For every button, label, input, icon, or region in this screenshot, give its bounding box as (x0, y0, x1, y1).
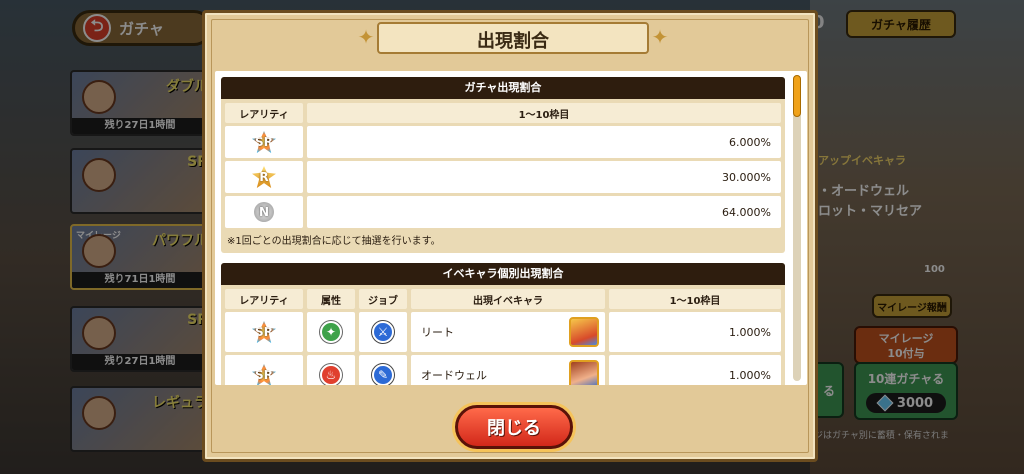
rate-cell: 6.000% (307, 126, 781, 158)
fire-attribute-icon: ♨ (320, 364, 342, 385)
col-attr-header: 属性 (307, 289, 355, 309)
sr-rarity-icon: SR (252, 364, 276, 385)
attribute-cell: ✦ (307, 312, 355, 352)
section-header: ガチャ出現割合 (221, 77, 785, 99)
table-row: R 30.000% (225, 161, 781, 193)
job-cell: ⚔ (359, 312, 407, 352)
attribute-cell: ♨ (307, 355, 355, 385)
rate-sheet[interactable]: ガチャ出現割合 レアリティ 1～10枠目 SR 6.000% R 30.000% (215, 71, 807, 385)
rarity-cell: SR (225, 355, 303, 385)
sr-rarity-icon: SR (252, 321, 276, 343)
rate-cell: 30.000% (307, 161, 781, 193)
chara-cell: リート (411, 312, 605, 352)
ornament-right-icon: ✦ (651, 25, 669, 49)
col-rarity-header: レアリティ (225, 103, 303, 123)
rate-scrollbar[interactable] (793, 75, 801, 381)
chara-cell: オードウェル (411, 355, 605, 385)
staff-job-icon: ✎ (372, 364, 394, 385)
rarity-cell: R (225, 161, 303, 193)
col-rarity-header: レアリティ (225, 289, 303, 309)
table-header-row: レアリティ 属性 ジョブ 出現イベキャラ 1～10枠目 (225, 289, 781, 309)
rarity-cell: SR (225, 126, 303, 158)
dialog-title-plate: ✦ 出現割合 ✦ (349, 20, 677, 56)
chara-portrait-icon (569, 360, 599, 385)
rate-cell: 64.000% (307, 196, 781, 228)
table-row: N 64.000% (225, 196, 781, 228)
r-rarity-icon: R (252, 166, 276, 188)
sword-job-icon: ⚔ (372, 321, 394, 343)
rate-cell: 1.000% (609, 312, 781, 352)
rate-cell: 1.000% (609, 355, 781, 385)
table-row: SR ♨ ✎ オードウェル 1.000% (225, 355, 781, 385)
event-chara-rate-section: イベキャラ個別出現割合 レアリティ 属性 ジョブ 出現イベキャラ 1～10枠目 … (221, 263, 785, 385)
chara-portrait-icon (569, 317, 599, 347)
rate-scroll-area[interactable]: ガチャ出現割合 レアリティ 1～10枠目 SR 6.000% R 30.000% (221, 77, 785, 385)
col-slot-header: 1～10枠目 (609, 289, 781, 309)
rarity-cell: SR (225, 312, 303, 352)
lottery-note: ※1回ごとの出現割合に応じて抽選を行います。 (227, 236, 441, 247)
n-rarity-icon: N (254, 202, 274, 222)
close-button[interactable]: 閉じる (455, 405, 573, 449)
dialog-title: 出現割合 (477, 31, 549, 52)
chara-name: オードウェル (421, 369, 487, 382)
scrollbar-thumb[interactable] (793, 75, 801, 117)
chara-name: リート (421, 326, 454, 339)
col-chara-header: 出現イベキャラ (411, 289, 605, 309)
rate-dialog: ✦ 出現割合 ✦ ガチャ出現割合 レアリティ 1～10枠目 SR 6.000% (202, 10, 818, 462)
job-cell: ✎ (359, 355, 407, 385)
rarity-cell: N (225, 196, 303, 228)
gacha-rate-section: ガチャ出現割合 レアリティ 1～10枠目 SR 6.000% R 30.000% (221, 77, 785, 253)
table-header-row: レアリティ 1～10枠目 (225, 103, 781, 123)
wind-attribute-icon: ✦ (320, 321, 342, 343)
col-job-header: ジョブ (359, 289, 407, 309)
section-header: イベキャラ個別出現割合 (221, 263, 785, 285)
col-slot-header: 1～10枠目 (307, 103, 781, 123)
table-row: SR 6.000% (225, 126, 781, 158)
sr-rarity-icon: SR (252, 131, 276, 153)
table-row: SR ✦ ⚔ リート 1.000% (225, 312, 781, 352)
